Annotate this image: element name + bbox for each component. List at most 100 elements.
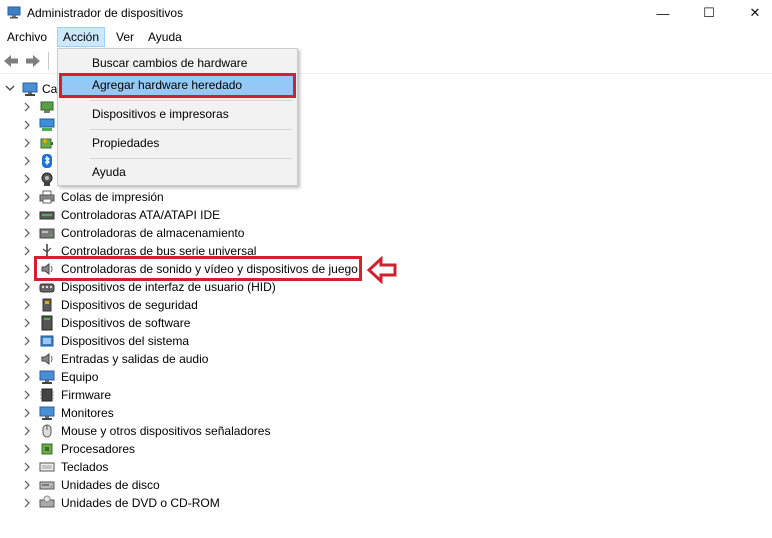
tree-item[interactable]: Entradas y salidas de audio — [0, 350, 700, 368]
chevron-right-icon[interactable] — [23, 480, 31, 490]
tree-item-label: Teclados — [61, 460, 109, 474]
chevron-right-icon[interactable] — [23, 372, 31, 382]
tree-item-label: Controladoras ATA/ATAPI IDE — [61, 208, 221, 222]
accion-dropdown-menu: Buscar cambios de hardware Agregar hardw… — [57, 48, 298, 186]
tree-item-label: Dispositivos del sistema — [61, 334, 190, 348]
menu-accion[interactable]: Acción — [57, 27, 106, 47]
tree-item-label: Controladoras de almacenamiento — [61, 226, 245, 240]
bluetooth-icon — [42, 154, 52, 168]
toolbar-separator — [48, 52, 49, 70]
keyboard-icon — [39, 462, 55, 472]
tree-item-label: Unidades de disco — [61, 478, 160, 492]
menu-separator — [90, 100, 293, 101]
chevron-right-icon[interactable] — [23, 174, 31, 184]
chevron-right-icon[interactable] — [23, 264, 31, 274]
menu-separator — [90, 158, 293, 159]
menu-item-buscar-cambios[interactable]: Buscar cambios de hardware — [60, 52, 295, 74]
annotation-highlight-menu — [59, 73, 296, 98]
monitor-icon — [39, 406, 55, 420]
audio-input-icon — [40, 101, 54, 113]
menu-item-dispositivos-impresoras[interactable]: Dispositivos e impresoras — [60, 103, 295, 125]
computer-icon — [22, 82, 38, 96]
tree-item-label: Equipo — [61, 370, 99, 384]
maximize-button[interactable]: ☐ — [686, 0, 732, 26]
tree-item-label: Dispositivos de interfaz de usuario (HID… — [61, 280, 276, 294]
tree-item[interactable]: Firmware — [0, 386, 700, 404]
chevron-right-icon[interactable] — [23, 102, 31, 112]
tree-item-label: Monitores — [61, 406, 114, 420]
forward-arrow-icon[interactable] — [24, 53, 42, 69]
disk-drive-icon — [39, 481, 55, 490]
tree-item[interactable]: Equipo — [0, 368, 700, 386]
chevron-right-icon[interactable] — [23, 210, 31, 220]
menu-bar: Archivo Acción Ver Ayuda — [0, 26, 772, 48]
tree-item-label: Unidades de DVD o CD-ROM — [61, 496, 220, 510]
network-icon — [39, 118, 55, 131]
tree-item-label: Mouse y otros dispositivos señaladores — [61, 424, 271, 438]
tree-item-label: Firmware — [61, 388, 111, 402]
chevron-right-icon[interactable] — [23, 390, 31, 400]
window-title: Administrador de dispositivos — [27, 6, 184, 20]
tree-item-label: Entradas y salidas de audio — [61, 352, 209, 366]
chevron-down-icon[interactable] — [5, 83, 15, 93]
menu-ayuda[interactable]: Ayuda — [143, 27, 187, 47]
tree-item-label: Colas de impresión — [61, 190, 164, 204]
dvd-drive-icon — [39, 495, 55, 508]
chevron-right-icon[interactable] — [23, 246, 31, 256]
tree-item[interactable]: Colas de impresión — [0, 188, 700, 206]
tree-item[interactable]: Unidades de disco — [0, 476, 700, 494]
tree-item[interactable]: Dispositivos de software — [0, 314, 700, 332]
chevron-right-icon[interactable] — [23, 444, 31, 454]
chevron-right-icon[interactable] — [23, 228, 31, 238]
menu-separator — [90, 129, 293, 130]
chevron-right-icon[interactable] — [23, 120, 31, 130]
tree-item[interactable]: Dispositivos del sistema — [0, 332, 700, 350]
annotation-arrow-icon — [366, 256, 397, 284]
chevron-right-icon[interactable] — [23, 156, 31, 166]
tree-item[interactable]: Teclados — [0, 458, 700, 476]
menu-item-propiedades[interactable]: Propiedades — [60, 132, 295, 154]
tree-item[interactable]: Monitores — [0, 404, 700, 422]
tree-item[interactable]: Mouse y otros dispositivos señaladores — [0, 422, 700, 440]
storage-controller-icon — [39, 228, 55, 239]
tree-item[interactable]: Dispositivos de seguridad — [0, 296, 700, 314]
menu-item-ayuda[interactable]: Ayuda — [60, 161, 295, 183]
chevron-right-icon[interactable] — [23, 498, 31, 508]
tree-item-label: Dispositivos de software — [61, 316, 191, 330]
security-device-icon — [42, 298, 52, 312]
chevron-right-icon[interactable] — [23, 138, 31, 148]
speaker-icon — [41, 353, 53, 365]
processor-icon — [41, 443, 53, 455]
tree-root-label: Ca — [42, 82, 58, 96]
chevron-right-icon[interactable] — [23, 336, 31, 346]
menu-archivo[interactable]: Archivo — [2, 27, 52, 47]
ide-controller-icon — [39, 211, 55, 220]
device-manager-icon — [7, 6, 21, 19]
back-arrow-icon[interactable] — [2, 53, 20, 69]
chevron-right-icon[interactable] — [23, 354, 31, 364]
system-device-icon — [40, 335, 54, 347]
tree-item[interactable]: Controladoras de almacenamiento — [0, 224, 700, 242]
hid-icon — [39, 283, 55, 293]
minimize-button[interactable]: — — [640, 0, 686, 26]
chevron-right-icon[interactable] — [23, 462, 31, 472]
tree-item-label: Dispositivos de seguridad — [61, 298, 198, 312]
mouse-icon — [42, 424, 52, 438]
chevron-right-icon[interactable] — [23, 192, 31, 202]
tree-item-label: Procesadores — [61, 442, 136, 456]
annotation-highlight-row — [34, 256, 362, 281]
camera-icon — [41, 172, 53, 186]
monitor-icon — [39, 370, 55, 384]
tree-item[interactable]: Unidades de DVD o CD-ROM — [0, 494, 700, 512]
chevron-right-icon[interactable] — [23, 318, 31, 328]
menu-ver[interactable]: Ver — [111, 27, 139, 47]
tree-item[interactable]: Controladoras ATA/ATAPI IDE — [0, 206, 700, 224]
close-button[interactable]: ✕ — [732, 0, 772, 26]
chevron-right-icon[interactable] — [23, 300, 31, 310]
chevron-right-icon[interactable] — [23, 426, 31, 436]
printer-icon — [39, 190, 55, 204]
chevron-right-icon[interactable] — [23, 282, 31, 292]
tree-item[interactable]: Procesadores — [0, 440, 700, 458]
chevron-right-icon[interactable] — [23, 408, 31, 418]
battery-icon — [40, 138, 53, 149]
